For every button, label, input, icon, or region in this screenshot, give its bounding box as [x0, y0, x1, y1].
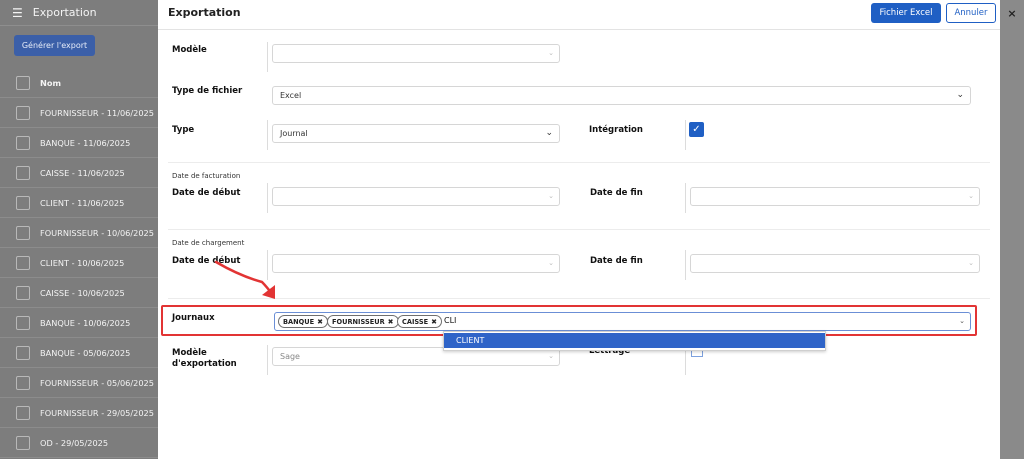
background-title: Exportation: [32, 6, 97, 19]
table-header: Nom: [0, 68, 158, 98]
row-checkbox[interactable]: [16, 405, 30, 420]
table-row[interactable]: BANQUE - 05/06/2025: [0, 338, 158, 368]
table-row[interactable]: BANQUE - 11/06/2025: [0, 128, 158, 158]
hamburger-icon[interactable]: ☰: [12, 6, 23, 20]
table-row[interactable]: FOURNISSEUR - 10/06/2025: [0, 218, 158, 248]
row-checkbox[interactable]: [16, 105, 30, 120]
row-checkbox[interactable]: [16, 195, 30, 210]
row-checkbox[interactable]: [16, 315, 30, 330]
table-row[interactable]: FOURNISSEUR - 29/05/2025: [0, 398, 158, 428]
table-row[interactable]: OD - 29/05/2025: [0, 428, 158, 458]
background-panel: ☰ Exportation Générer l'export Nom FOURN…: [0, 0, 158, 459]
background-header: ☰ Exportation: [0, 0, 158, 26]
table-row[interactable]: CLIENT - 11/06/2025: [0, 188, 158, 218]
row-label: CAISSE - 11/06/2025: [40, 167, 125, 178]
row-checkbox[interactable]: [16, 135, 30, 150]
row-checkbox[interactable]: [16, 165, 30, 180]
table-row[interactable]: FOURNISSEUR - 11/06/2025: [0, 98, 158, 128]
row-checkbox[interactable]: [16, 225, 30, 240]
row-checkbox[interactable]: [16, 375, 30, 390]
select-all-checkbox[interactable]: [16, 75, 30, 90]
row-checkbox[interactable]: [16, 255, 30, 270]
row-label: FOURNISSEUR - 29/05/2025: [40, 407, 154, 418]
row-label: CAISSE - 10/06/2025: [40, 287, 125, 298]
row-checkbox[interactable]: [16, 285, 30, 300]
row-checkbox[interactable]: [16, 435, 30, 450]
table-row[interactable]: CAISSE - 10/06/2025: [0, 278, 158, 308]
row-label: BANQUE - 10/06/2025: [40, 317, 131, 328]
table-row[interactable]: FOURNISSEUR - 05/06/2025: [0, 368, 158, 398]
annotation-arrow: [214, 260, 275, 299]
row-label: BANQUE - 05/06/2025: [40, 347, 131, 358]
overlay-right: [1000, 0, 1024, 459]
table-row[interactable]: BANQUE - 10/06/2025: [0, 308, 158, 338]
export-modal: Exportation Fichier Excel Annuler Modèle…: [158, 0, 1000, 459]
row-label: CLIENT - 11/06/2025: [40, 197, 125, 208]
row-label: FOURNISSEUR - 10/06/2025: [40, 227, 154, 238]
column-header-name: Nom: [40, 77, 62, 88]
row-label: BANQUE - 11/06/2025: [40, 137, 131, 148]
row-label: CLIENT - 10/06/2025: [40, 257, 125, 268]
generate-export-button[interactable]: Générer l'export: [14, 35, 95, 56]
close-icon[interactable]: ×: [1005, 3, 1019, 23]
table-row[interactable]: CLIENT - 10/06/2025: [0, 248, 158, 278]
row-label: FOURNISSEUR - 05/06/2025: [40, 377, 154, 388]
row-label: FOURNISSEUR - 11/06/2025: [40, 107, 154, 118]
table-row[interactable]: CAISSE - 11/06/2025: [0, 158, 158, 188]
row-checkbox[interactable]: [16, 345, 30, 360]
row-label: OD - 29/05/2025: [40, 437, 109, 448]
